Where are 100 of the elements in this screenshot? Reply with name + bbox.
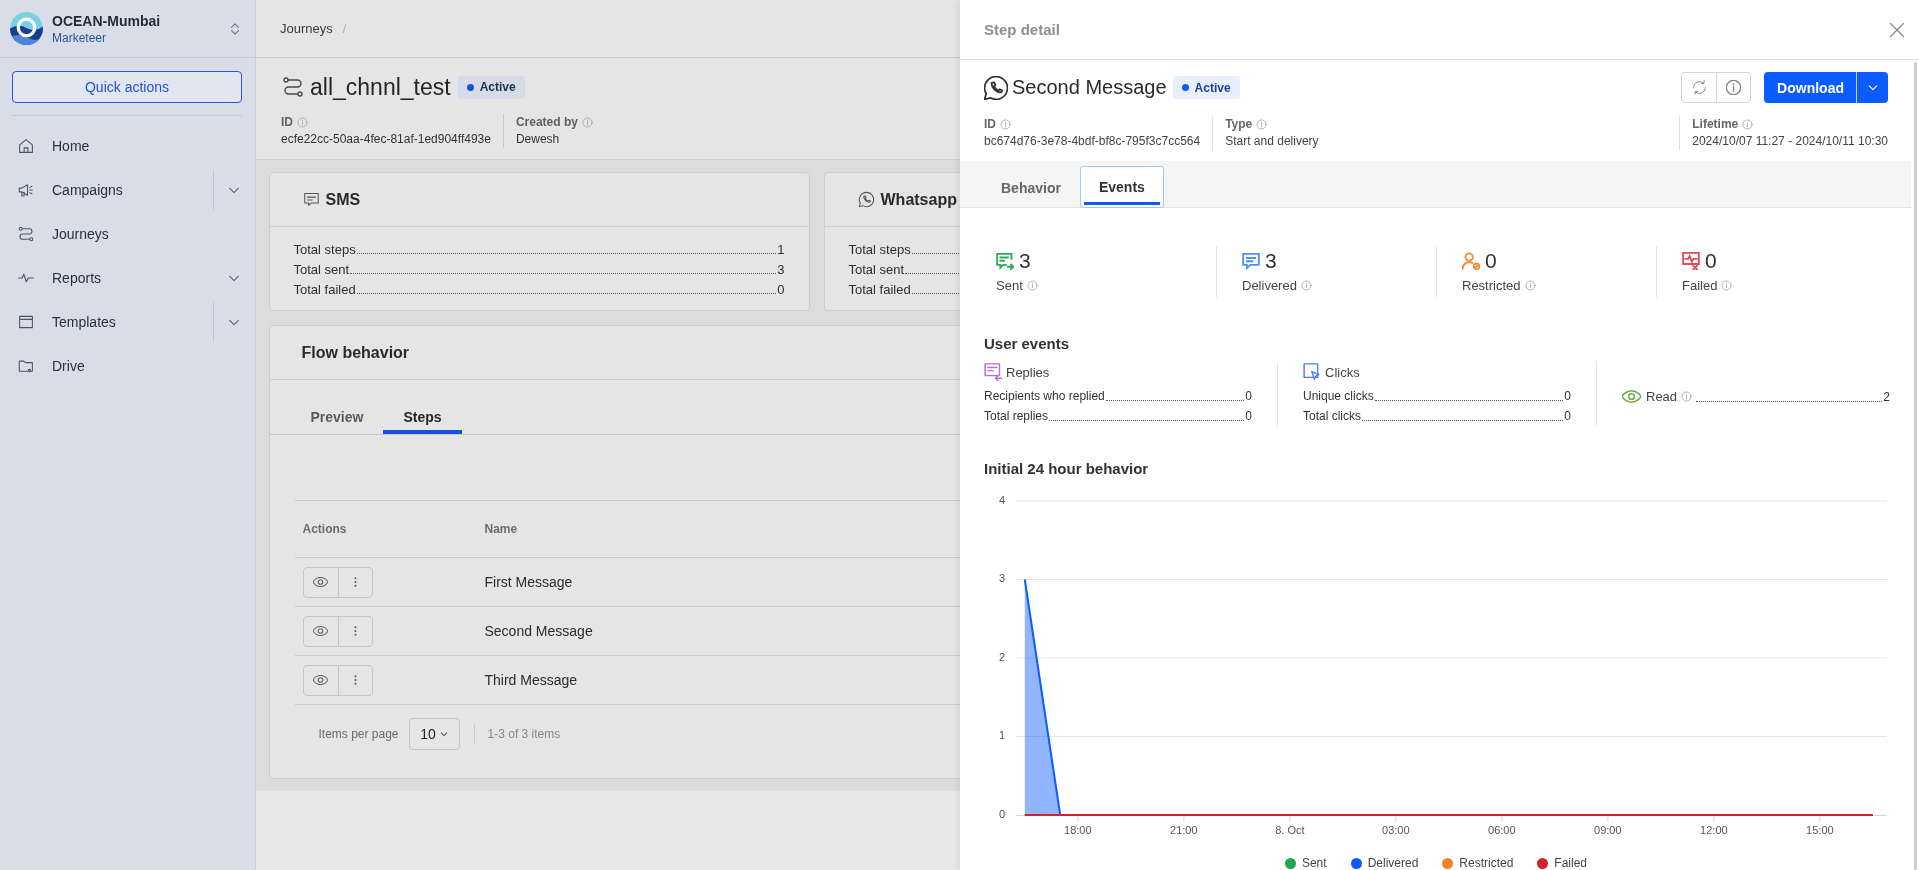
axis-label: 0 xyxy=(998,807,1005,820)
stat-value: 0 xyxy=(1705,249,1717,273)
axis-label: 09:00 xyxy=(1594,823,1622,836)
meta-label: Created by xyxy=(515,115,578,129)
tab[interactable]: Steps xyxy=(383,404,462,434)
info-icon xyxy=(1026,279,1038,291)
stat-value: 3 xyxy=(1019,249,1031,273)
axis-label: 06:00 xyxy=(1488,823,1516,836)
axis-label: 12:00 xyxy=(1700,823,1728,836)
stat-label: Total sent xyxy=(293,261,350,277)
stat-label: Total steps xyxy=(848,241,911,257)
stat-value: 3 xyxy=(777,261,785,277)
route-icon xyxy=(281,75,305,99)
meta-label: ID xyxy=(984,117,996,131)
info-icon xyxy=(1524,279,1536,291)
dotted-leader xyxy=(911,293,959,294)
quick-actions-button[interactable]: Quick actions xyxy=(12,71,242,103)
breadcrumb-link[interactable]: Journeys xyxy=(280,21,333,36)
page-size-select[interactable]: 10 xyxy=(408,718,460,750)
legend-label[interactable]: Delivered xyxy=(1367,856,1419,870)
stat-label: Unique clicks xyxy=(1303,389,1374,403)
megaphone-icon xyxy=(17,181,35,199)
meta-value: bc674d76-3e78-4bdf-bf8c-795f3c7cc564 xyxy=(984,133,1201,150)
stat-label: Restricted xyxy=(1462,277,1521,293)
info-icon xyxy=(297,116,308,128)
dropdown-button[interactable] xyxy=(1856,72,1888,103)
nav-item[interactable]: Templates xyxy=(17,302,213,342)
column-header: Name xyxy=(484,522,518,536)
table-cell: Second Message xyxy=(484,623,593,639)
org-name: OCEAN-Mumbai xyxy=(52,11,162,30)
chevron-icon[interactable] xyxy=(228,274,240,282)
axis-label: 4 xyxy=(998,493,1005,506)
phone-bubble-icon xyxy=(984,75,1008,100)
journey-title: all_chnnl_test xyxy=(310,73,451,101)
refresh-icon xyxy=(1691,80,1707,95)
dotted-leader xyxy=(905,273,959,274)
step-title: Second Message xyxy=(1012,76,1167,99)
axis-label: 3 xyxy=(998,572,1005,585)
nav-item[interactable]: Drive xyxy=(17,346,241,386)
stat-label: Sent xyxy=(996,277,1023,293)
nav-item[interactable]: Journeys xyxy=(17,214,241,254)
stat-label: Total steps xyxy=(293,241,356,257)
chevron-up-down-icon[interactable] xyxy=(229,21,241,36)
stat-value: 0 xyxy=(1245,409,1252,423)
stat-label: Recipients who replied xyxy=(984,389,1105,403)
info-icon xyxy=(1742,118,1754,130)
axis-label: 03:00 xyxy=(1382,823,1410,836)
meta-value: Dewesh xyxy=(515,131,561,148)
axis-label: 1 xyxy=(998,729,1005,742)
eye-icon xyxy=(313,675,328,685)
more-vertical-icon xyxy=(353,674,357,686)
chevron-icon[interactable] xyxy=(228,318,240,326)
logo-icon xyxy=(10,12,43,45)
phone-bubble-icon xyxy=(856,190,876,209)
info-icon xyxy=(1300,279,1312,291)
chevron-icon[interactable] xyxy=(228,186,240,194)
message-box-icon xyxy=(301,190,321,209)
stat-value: 0 xyxy=(1564,389,1571,403)
axis-label: 15:00 xyxy=(1806,823,1834,836)
tab[interactable]: Preview xyxy=(290,404,384,434)
status-dot-icon xyxy=(466,83,474,91)
meta-value: ecfe22cc-50aa-4fec-81af-1ed904ff493e xyxy=(281,131,491,148)
nav-item[interactable]: Home xyxy=(17,126,241,166)
info-icon xyxy=(1721,279,1733,291)
tab[interactable]: Events xyxy=(1079,166,1164,208)
axis-label: 8. Oct xyxy=(1275,823,1305,836)
download-button[interactable]: Download xyxy=(1764,72,1856,103)
tab[interactable]: Behavior xyxy=(982,167,1080,208)
more-vertical-icon xyxy=(353,625,357,637)
stat-value: 2 xyxy=(1883,389,1890,404)
chevron-icon xyxy=(1867,84,1878,91)
group-title: Clicks xyxy=(1325,364,1360,380)
nav-item[interactable]: Campaigns xyxy=(17,170,213,210)
breadcrumb-separator: / xyxy=(342,21,347,36)
meta-label: ID xyxy=(281,115,293,129)
stat-value: 0 xyxy=(1245,389,1252,403)
info-icon xyxy=(1681,391,1693,402)
nav-item[interactable]: Reports xyxy=(17,258,228,298)
table-cell: First Message xyxy=(484,574,573,590)
meta-label: Lifetime xyxy=(1692,117,1739,131)
meta-value: 2024/10/07 11:27 - 2024/10/11 10:30 xyxy=(1692,133,1888,150)
pagination-range: 1-3 of 3 items xyxy=(487,727,561,741)
meta-value: Start and delivery xyxy=(1225,133,1319,150)
group-title: Replies xyxy=(1006,364,1050,380)
dotted-leader xyxy=(911,253,959,254)
legend-label[interactable]: Sent xyxy=(1301,856,1327,870)
window-icon xyxy=(17,313,35,331)
close-button[interactable] xyxy=(1888,20,1906,39)
status-label: Active xyxy=(479,80,516,94)
info-icon xyxy=(1000,118,1011,130)
axis-label: 2 xyxy=(998,650,1005,663)
legend-label[interactable]: Restricted xyxy=(1459,856,1514,870)
stat-value: 0 xyxy=(1485,249,1497,273)
more-vertical-icon xyxy=(353,576,357,588)
scrollbar[interactable] xyxy=(1913,62,1917,870)
card-title: Flow behavior xyxy=(301,343,410,362)
legend-label[interactable]: Failed xyxy=(1554,856,1588,870)
close-icon xyxy=(1889,21,1905,38)
axis-label: 18:00 xyxy=(1064,823,1092,836)
panel-title: Step detail xyxy=(984,21,1060,38)
